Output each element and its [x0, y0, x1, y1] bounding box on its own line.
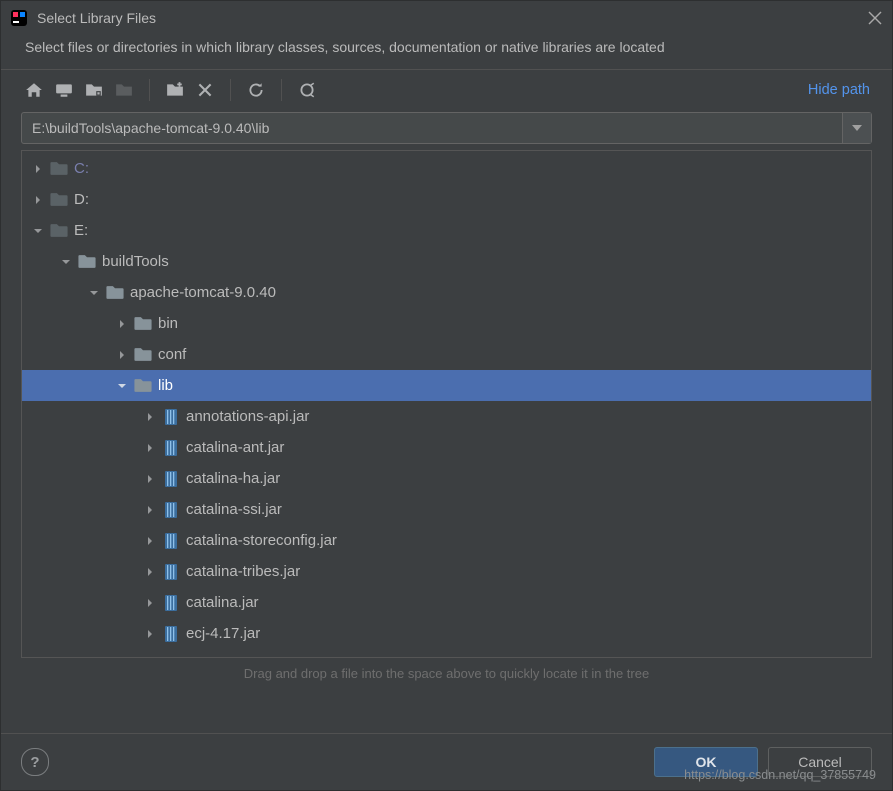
tree-item-label: D: — [74, 191, 89, 208]
dialog-subtitle: Select files or directories in which lib… — [1, 35, 892, 69]
tree-item-label: catalina-ssi.jar — [186, 501, 282, 518]
tree-item-label: catalina-ant.jar — [186, 439, 284, 456]
tree-item-label: lib — [158, 377, 173, 394]
tree-row[interactable]: buildTools — [22, 246, 871, 277]
tree-row[interactable]: catalina.jar — [22, 587, 871, 618]
folder-icon — [134, 316, 152, 332]
tree-row[interactable]: conf — [22, 339, 871, 370]
project-folder-icon[interactable] — [81, 77, 107, 103]
tree-row[interactable]: ecj-4.17.jar — [22, 618, 871, 649]
dialog-footer: ? OK Cancel — [1, 733, 892, 790]
tree-item-label: buildTools — [102, 253, 169, 270]
jar-icon — [162, 595, 180, 611]
tree-row[interactable]: D: — [22, 184, 871, 215]
tree-item-label: E: — [74, 222, 88, 239]
app-icon — [11, 10, 27, 26]
folder-icon — [50, 223, 68, 239]
cancel-button[interactable]: Cancel — [768, 747, 872, 777]
file-tree-container: C: D: E: buildTools apache-tomcat-9.0.40 bin c… — [21, 150, 872, 658]
chevron-down-icon[interactable] — [114, 378, 130, 394]
tree-row[interactable]: catalina-tribes.jar — [22, 556, 871, 587]
tree-row[interactable]: apache-tomcat-9.0.40 — [22, 277, 871, 308]
module-folder-icon — [111, 77, 137, 103]
tree-item-label: catalina.jar — [186, 594, 259, 611]
chevron-down-icon[interactable] — [30, 223, 46, 239]
chevron-right-icon[interactable] — [142, 595, 158, 611]
window-title: Select Library Files — [37, 10, 858, 26]
jar-icon — [162, 626, 180, 642]
chevron-right-icon[interactable] — [142, 471, 158, 487]
home-icon[interactable] — [21, 77, 47, 103]
chevron-down-icon[interactable] — [86, 285, 102, 301]
tree-item-label: catalina-storeconfig.jar — [186, 532, 337, 549]
toolbar: Hide path — [1, 70, 892, 110]
tree-item-label: bin — [158, 315, 178, 332]
folder-icon — [50, 161, 68, 177]
chevron-down-icon[interactable] — [58, 254, 74, 270]
tree-row[interactable]: catalina-storeconfig.jar — [22, 525, 871, 556]
tree-item-label: apache-tomcat-9.0.40 — [130, 284, 276, 301]
tree-item-label: conf — [158, 346, 186, 363]
jar-icon — [162, 440, 180, 456]
tree-item-label: ecj-4.17.jar — [186, 625, 260, 642]
tree-row[interactable]: E: — [22, 215, 871, 246]
path-bar — [21, 112, 872, 144]
folder-icon — [134, 347, 152, 363]
tree-row[interactable]: lib — [22, 370, 871, 401]
drag-hint: Drag and drop a file into the space abov… — [1, 658, 892, 693]
separator — [281, 79, 282, 101]
tree-row[interactable]: catalina-ha.jar — [22, 463, 871, 494]
separator — [230, 79, 231, 101]
desktop-icon[interactable] — [51, 77, 77, 103]
jar-icon — [162, 502, 180, 518]
delete-icon[interactable] — [192, 77, 218, 103]
tree-item-label: C: — [74, 160, 89, 177]
refresh-icon[interactable] — [243, 77, 269, 103]
chevron-right-icon[interactable] — [30, 161, 46, 177]
tree-row[interactable]: catalina-ant.jar — [22, 432, 871, 463]
tree-item-label: catalina-tribes.jar — [186, 563, 300, 580]
jar-icon — [162, 471, 180, 487]
tree-row[interactable]: catalina-ssi.jar — [22, 494, 871, 525]
chevron-right-icon[interactable] — [142, 502, 158, 518]
folder-icon — [78, 254, 96, 270]
chevron-right-icon[interactable] — [142, 564, 158, 580]
jar-icon — [162, 409, 180, 425]
path-input[interactable] — [22, 113, 842, 143]
folder-icon — [106, 285, 124, 301]
path-dropdown-icon[interactable] — [842, 113, 871, 143]
tree-row[interactable]: annotations-api.jar — [22, 401, 871, 432]
chevron-right-icon[interactable] — [142, 440, 158, 456]
hide-path-link[interactable]: Hide path — [808, 82, 872, 98]
ok-button[interactable]: OK — [654, 747, 758, 777]
chevron-right-icon[interactable] — [142, 626, 158, 642]
folder-icon — [50, 192, 68, 208]
tree-item-label: catalina-ha.jar — [186, 470, 280, 487]
tree-item-label: annotations-api.jar — [186, 408, 309, 425]
folder-icon — [134, 378, 152, 394]
jar-icon — [162, 564, 180, 580]
new-folder-icon[interactable] — [162, 77, 188, 103]
chevron-right-icon[interactable] — [142, 409, 158, 425]
show-hidden-icon[interactable] — [294, 77, 320, 103]
file-tree[interactable]: C: D: E: buildTools apache-tomcat-9.0.40 bin c… — [22, 151, 871, 657]
tree-row[interactable]: bin — [22, 308, 871, 339]
chevron-right-icon[interactable] — [142, 533, 158, 549]
help-button[interactable]: ? — [21, 748, 49, 776]
chevron-right-icon[interactable] — [114, 347, 130, 363]
chevron-right-icon[interactable] — [114, 316, 130, 332]
separator — [149, 79, 150, 101]
jar-icon — [162, 533, 180, 549]
tree-row[interactable]: C: — [22, 153, 871, 184]
chevron-right-icon[interactable] — [30, 192, 46, 208]
title-bar: Select Library Files — [1, 1, 892, 35]
close-icon[interactable] — [868, 11, 882, 25]
